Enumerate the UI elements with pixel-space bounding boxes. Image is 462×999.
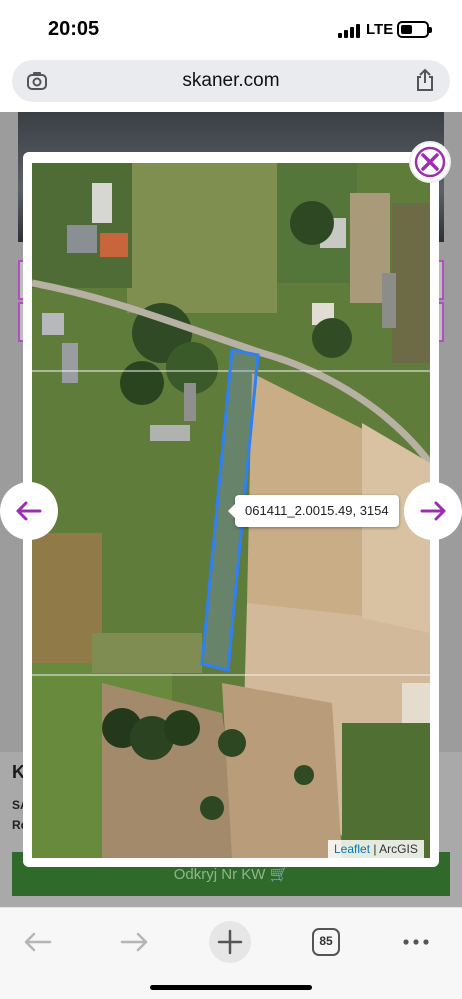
arrow-left-icon[interactable] (0, 482, 58, 540)
reveal-kw-label: Odkryj Nr KW 🛒 (173, 866, 289, 883)
parcel-tooltip: 061411_2.0015.49, 3154 (228, 495, 399, 527)
tabs-button[interactable]: 85 (304, 920, 348, 964)
attribution-source: ArcGIS (379, 842, 418, 856)
attribution-separator: | (373, 842, 377, 856)
next-image-button[interactable] (404, 482, 462, 540)
signal-icon (338, 24, 360, 38)
close-icon[interactable] (411, 143, 449, 181)
back-arrow-icon[interactable] (16, 920, 60, 964)
status-bar: 20:05 LTE (0, 0, 462, 58)
clock: 20:05 (48, 18, 100, 40)
share-icon[interactable] (414, 68, 436, 92)
forward-arrow-icon[interactable] (112, 920, 156, 964)
more-dots-icon[interactable] (394, 920, 438, 964)
network-label: LTE (366, 21, 394, 38)
home-indicator (150, 985, 312, 990)
plus-icon[interactable] (208, 920, 252, 964)
arrow-right-icon[interactable] (404, 482, 462, 540)
url-bar[interactable]: skaner.com (12, 60, 450, 102)
tab-count: 85 (319, 934, 333, 948)
url-text[interactable]: skaner.com (12, 70, 450, 92)
close-button[interactable] (409, 141, 451, 183)
previous-image-button[interactable] (0, 482, 58, 540)
battery-icon (397, 21, 432, 38)
leaflet-link[interactable]: Leaflet (334, 842, 370, 856)
map-attribution: Leaflet | ArcGIS (328, 840, 424, 858)
